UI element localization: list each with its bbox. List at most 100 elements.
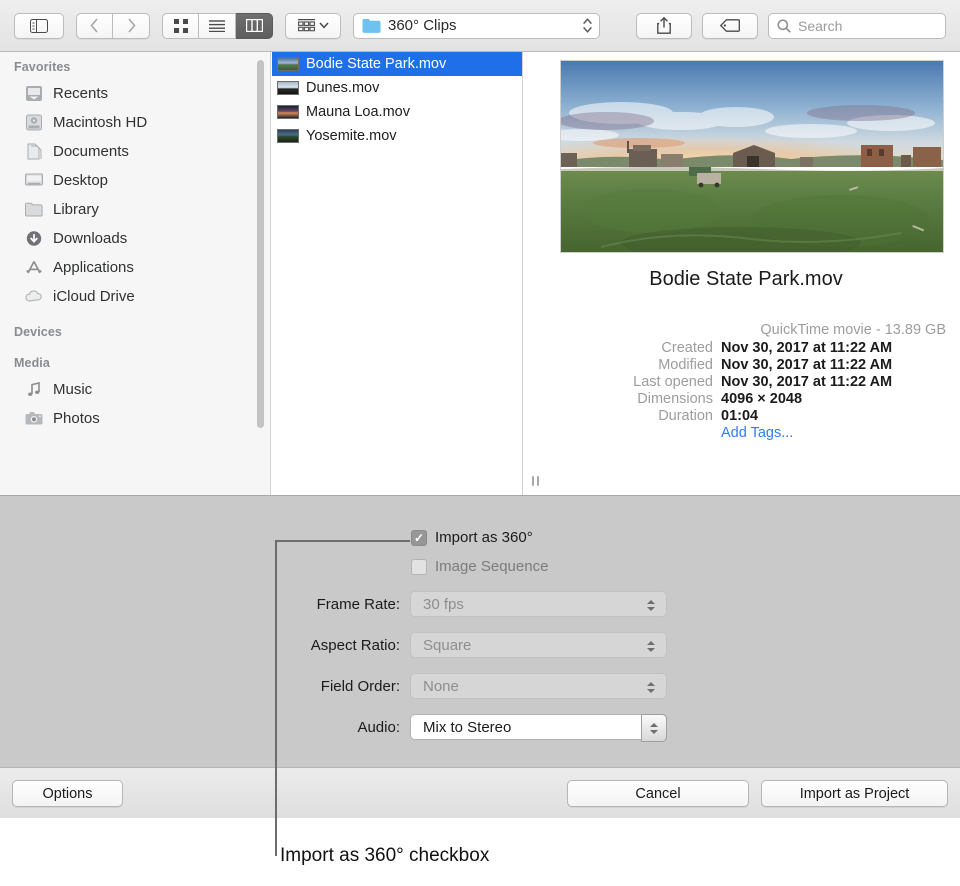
grid-view-icon: [174, 19, 188, 33]
panorama-thumbnail-icon: [561, 61, 943, 252]
sidebar-item-icloud-drive[interactable]: iCloud Drive: [0, 282, 270, 311]
stepper-icon: [582, 17, 593, 34]
sidebar-item-label: Photos: [53, 410, 100, 427]
chevron-down-icon: [319, 22, 329, 29]
frame-rate-row: Frame Rate: 30 fps: [290, 591, 667, 617]
file-list-item[interactable]: Dunes.mov: [272, 76, 522, 100]
sidebar-item-label: iCloud Drive: [53, 288, 135, 305]
column-view-button[interactable]: [236, 13, 273, 39]
audio-popup[interactable]: Mix to Stereo: [410, 714, 667, 740]
preview-pane: Bodie State Park.mov QuickTime movie - 1…: [546, 52, 960, 495]
sidebar-item-photos[interactable]: Photos: [0, 404, 270, 433]
preview-image: [560, 60, 944, 253]
sidebar-item-downloads[interactable]: Downloads: [0, 224, 270, 253]
column-resize-handle[interactable]: [524, 466, 546, 495]
callout-caption: Import as 360° checkbox: [280, 845, 489, 867]
harddisk-icon: [24, 114, 44, 131]
icloud-icon: [24, 288, 44, 305]
import-options-panel: ✓ Import as 360° Image Sequence Frame Ra…: [0, 495, 960, 767]
folder-icon: [362, 18, 381, 33]
field-order-value: None: [423, 678, 459, 695]
import-as-360-checkbox[interactable]: ✓ Import as 360°: [411, 529, 533, 546]
file-name: Dunes.mov: [306, 80, 379, 96]
audio-stepper-button[interactable]: [641, 714, 667, 742]
recents-icon: [24, 85, 44, 102]
chevron-left-icon: [90, 18, 99, 33]
dialog-bottom-bar: Options Cancel Import as Project: [0, 767, 960, 818]
metadata-row-add-tags[interactable]: Add Tags...: [546, 425, 946, 441]
documents-icon: [24, 143, 44, 160]
sidebar-header-favorites: Favorites: [0, 52, 270, 79]
file-list-item[interactable]: Yosemite.mov: [272, 124, 522, 148]
arrange-by-icon: [298, 19, 315, 32]
checkbox-box-unchecked: [411, 559, 427, 575]
sidebar-item-label: Desktop: [53, 172, 108, 189]
sidebar-scrollbar[interactable]: [257, 60, 264, 428]
audio-value: Mix to Stereo: [423, 719, 511, 736]
icon-view-button[interactable]: [162, 13, 199, 39]
import-as-project-button[interactable]: Import as Project: [761, 780, 948, 807]
forward-button[interactable]: [113, 13, 150, 39]
metadata-value: 01:04: [721, 408, 758, 424]
file-name: Bodie State Park.mov: [306, 56, 446, 72]
field-order-label: Field Order:: [290, 678, 410, 695]
chevron-down-icon: [647, 689, 655, 693]
cancel-button[interactable]: Cancel: [567, 780, 749, 807]
search-input[interactable]: Search: [768, 13, 946, 39]
metadata-list: QuickTime movie - 13.89 GB Created Nov 3…: [546, 322, 946, 442]
file-list-item[interactable]: Mauna Loa.mov: [272, 100, 522, 124]
sidebar-item-documents[interactable]: Documents: [0, 137, 270, 166]
sidebar-item-applications[interactable]: Applications: [0, 253, 270, 282]
audio-row: Audio: Mix to Stereo: [290, 714, 667, 740]
sidebar-item-label: Music: [53, 381, 92, 398]
sidebar-item-label: Documents: [53, 143, 129, 160]
toolbar-right-group: Search: [636, 13, 946, 39]
column-view-icon: [246, 19, 263, 32]
search-icon: [777, 19, 791, 33]
chevron-right-icon: [127, 18, 136, 33]
file-thumbnail: [277, 105, 299, 119]
sidebar-item-library[interactable]: Library: [0, 195, 270, 224]
toolbar: 360° Clips: [0, 0, 960, 52]
sidebar-toggle-icon: [30, 19, 48, 33]
sidebar-header-devices: Devices: [0, 311, 270, 344]
options-button[interactable]: Options: [12, 780, 123, 807]
sidebar-item-recents[interactable]: Recents: [0, 79, 270, 108]
list-view-button[interactable]: [199, 13, 236, 39]
metadata-row: Modified Nov 30, 2017 at 11:22 AM: [546, 357, 946, 373]
sidebar-item-music[interactable]: Music: [0, 375, 270, 404]
field-order-popup[interactable]: None: [410, 673, 667, 699]
sidebar-toggle-button[interactable]: [14, 13, 64, 39]
file-thumbnail: [277, 129, 299, 143]
chevron-down-icon: [650, 730, 658, 734]
file-list-item[interactable]: Bodie State Park.mov: [272, 52, 522, 76]
image-sequence-checkbox[interactable]: Image Sequence: [411, 558, 548, 575]
sidebar-item-macintosh-hd[interactable]: Macintosh HD: [0, 108, 270, 137]
sidebar-header-media: Media: [0, 344, 270, 375]
file-name: Mauna Loa.mov: [306, 104, 410, 120]
downloads-icon: [24, 230, 44, 247]
chevron-up-icon: [647, 600, 655, 604]
chevron-up-icon: [647, 682, 655, 686]
sidebar-item-label: Applications: [53, 259, 134, 276]
tags-button[interactable]: [702, 13, 758, 39]
share-button[interactable]: [636, 13, 692, 39]
grip-line: [537, 476, 539, 486]
add-tags-link[interactable]: Add Tags...: [721, 425, 793, 441]
grip-line: [532, 476, 534, 486]
path-label: 360° Clips: [388, 17, 582, 34]
frame-rate-popup[interactable]: 30 fps: [410, 591, 667, 617]
path-popup-button[interactable]: 360° Clips: [353, 13, 600, 39]
sidebar-item-desktop[interactable]: Desktop: [0, 166, 270, 195]
camera-icon: [24, 410, 44, 427]
aspect-ratio-popup[interactable]: Square: [410, 632, 667, 658]
file-list-column: Bodie State Park.mov Dunes.mov Mauna Loa…: [272, 52, 523, 495]
metadata-row: Last opened Nov 30, 2017 at 11:22 AM: [546, 374, 946, 390]
back-button[interactable]: [76, 13, 113, 39]
share-icon: [657, 17, 671, 34]
arrange-by-button[interactable]: [285, 13, 341, 39]
aspect-ratio-value: Square: [423, 637, 471, 654]
stepper-icon: [644, 595, 657, 615]
tag-icon: [720, 19, 740, 32]
frame-rate-value: 30 fps: [423, 596, 464, 613]
